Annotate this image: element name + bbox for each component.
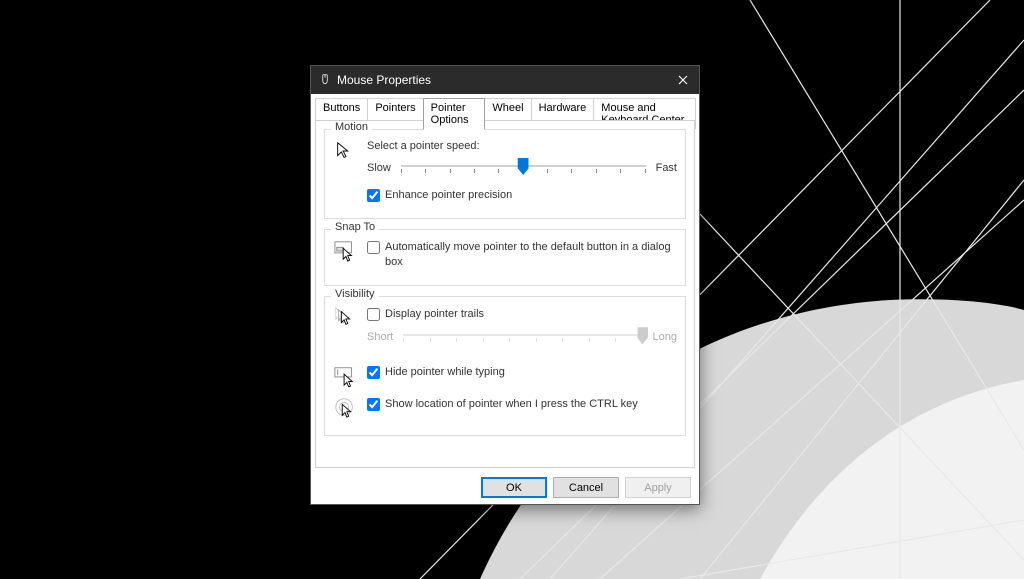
window-title: Mouse Properties [337,73,431,87]
display-trails-label: Display pointer trails [385,307,484,321]
short-label: Short [367,331,393,343]
enhance-precision-label: Enhance pointer precision [385,188,512,202]
pointer-speed-slider[interactable] [401,156,646,180]
visibility-legend: Visibility [331,288,379,300]
ok-button[interactable]: OK [481,477,547,498]
fast-label: Fast [656,162,677,174]
display-trails-checkbox[interactable]: Display pointer trails [367,307,677,321]
slow-label: Slow [367,162,391,174]
snap-to-checkbox[interactable]: Automatically move pointer to the defaul… [367,240,677,269]
mouse-properties-dialog: Mouse Properties Buttons Pointers Pointe… [310,65,700,505]
visibility-group: Visibility Display pointer trails [324,296,686,436]
motion-group: Motion Select a pointer speed: Slow [324,129,686,219]
long-label: Long [653,331,677,343]
mouse-icon [319,74,331,86]
motion-instruction: Select a pointer speed: [367,140,677,152]
apply-button: Apply [625,477,691,498]
hide-while-typing-checkbox[interactable]: Hide pointer while typing [367,365,677,379]
cursor-speed-icon [333,140,357,162]
motion-legend: Motion [331,121,372,133]
titlebar[interactable]: Mouse Properties [311,66,699,94]
enhance-precision-checkbox[interactable]: Enhance pointer precision [367,188,677,202]
ctrl-locate-icon [333,397,357,419]
hide-typing-icon [333,365,357,387]
snap-to-legend: Snap To [331,221,379,233]
tab-pointer-options[interactable]: Pointer Options [423,98,486,130]
show-location-ctrl-label: Show location of pointer when I press th… [385,397,638,411]
snap-to-group: Snap To Automatically move pointer to th… [324,229,686,286]
trails-length-slider [403,325,642,349]
trails-icon [333,307,357,329]
close-button[interactable] [667,66,699,94]
snap-to-icon [333,240,357,262]
hide-while-typing-label: Hide pointer while typing [385,365,505,379]
dialog-button-row: OK Cancel Apply [481,477,691,498]
show-location-ctrl-checkbox[interactable]: Show location of pointer when I press th… [367,397,677,411]
tab-panel-pointer-options: Motion Select a pointer speed: Slow [315,120,695,468]
cancel-button[interactable]: Cancel [553,477,619,498]
snap-to-label: Automatically move pointer to the defaul… [385,240,677,269]
